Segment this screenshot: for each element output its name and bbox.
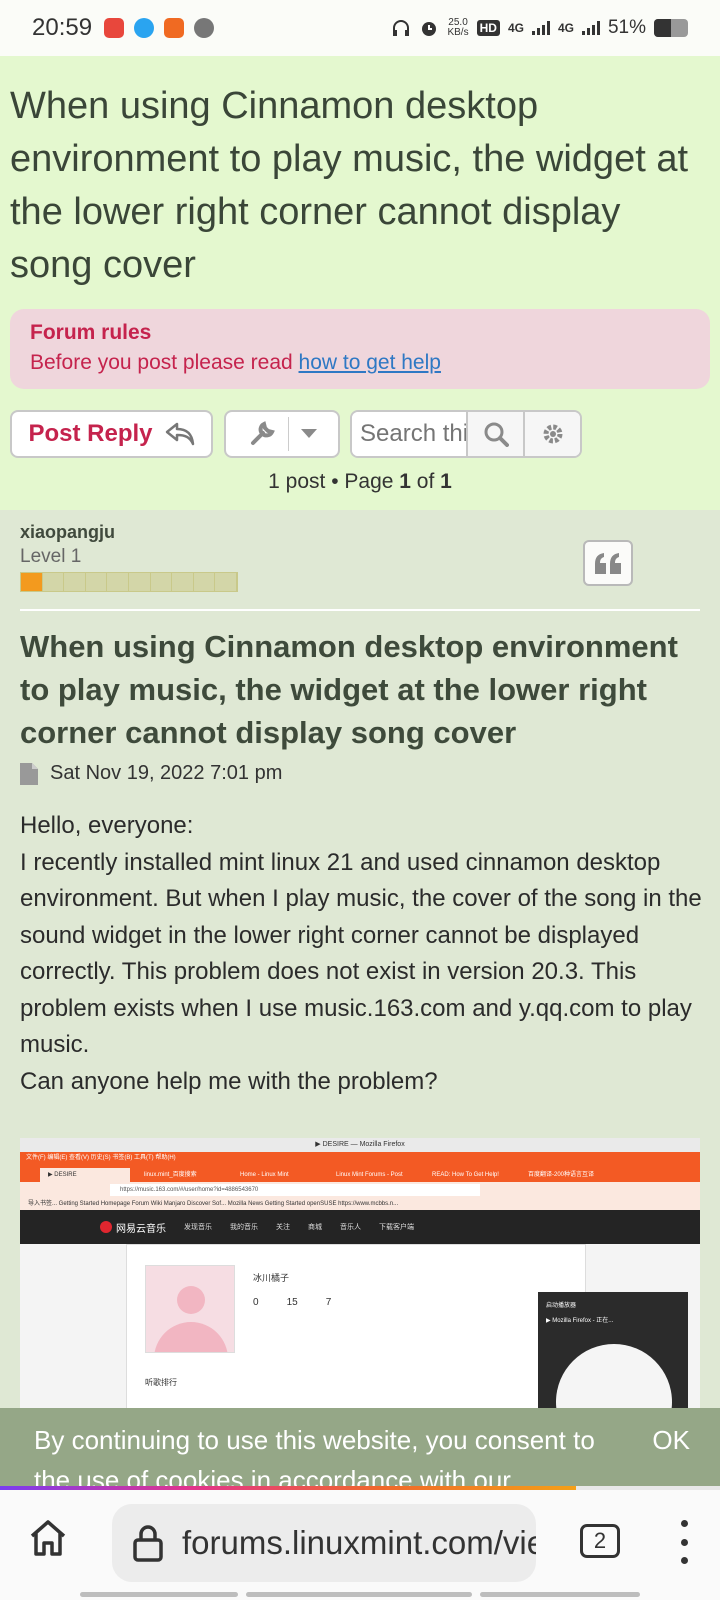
- home-icon: [30, 1520, 66, 1556]
- advanced-search-button[interactable]: [523, 412, 580, 456]
- rank-segment: [129, 573, 151, 591]
- quote-button[interactable]: [583, 540, 633, 586]
- forum-rules-title: Forum rules: [30, 321, 152, 344]
- listen-rank-label: 听歌排行: [145, 1378, 177, 1387]
- rank-segment: [194, 573, 216, 591]
- gesture-bar: [80, 1592, 238, 1597]
- headphones-icon: [393, 20, 410, 36]
- rank-segment: [21, 573, 43, 591]
- gesture-bar: [246, 1592, 472, 1597]
- netease-profile: 冰川橘子 0 15 7 听歌排行: [126, 1244, 586, 1408]
- home-button[interactable]: [24, 1514, 72, 1562]
- clock: 20:59: [32, 14, 93, 41]
- avatar: [145, 1265, 235, 1353]
- net-speed: 25.0 KB/s: [447, 17, 469, 38]
- sound-widget-popup: 启动播放器 ▶ Mozilla Firefox - 正在...: [538, 1292, 688, 1408]
- alarm-icon: [422, 22, 437, 36]
- quote-icon: [595, 553, 621, 574]
- post-author[interactable]: xiaopangju: [20, 522, 115, 543]
- battery-percent: 51%: [607, 17, 646, 38]
- signal-bars-icon: [581, 21, 600, 35]
- netease-logo: 网易云音乐: [100, 1220, 166, 1235]
- lock-icon: [132, 1524, 164, 1562]
- firefox-bookmarks: 导入书签... Getting Started Homepage Forum W…: [20, 1198, 700, 1210]
- rank-segment: [43, 573, 65, 591]
- topic-search: [350, 410, 582, 458]
- document-icon: [20, 762, 38, 785]
- rank-segment: [64, 573, 86, 591]
- firefox-tab: Linux Mint Forums - Post: [336, 1172, 403, 1178]
- post-paragraph: I recently installed mint linux 21 and u…: [20, 848, 702, 1059]
- pagination: 1 post • Page 1 of 1: [268, 470, 452, 493]
- post-reply-button[interactable]: Post Reply: [10, 410, 213, 458]
- forum-rules-text: Before you post please read how to get h…: [30, 351, 441, 374]
- search-button[interactable]: [466, 412, 523, 456]
- post-meta: Sat Nov 19, 2022 7:01 pm: [20, 762, 282, 785]
- attached-screenshot[interactable]: ▶ DESIRE — Mozilla Firefox 文件(F) 编辑(E) 查…: [20, 1138, 700, 1408]
- topic-title: When using Cinnamon desktop environment …: [10, 85, 689, 286]
- search-input[interactable]: [352, 412, 466, 456]
- signal-2: 4G: [557, 21, 574, 35]
- search-icon: [484, 422, 509, 447]
- rank-segment: [215, 573, 237, 591]
- netease-nav: 网易云音乐 发现音乐 我的音乐 关注 商城 音乐人 下载客户端: [20, 1210, 700, 1244]
- cookie-ok-button[interactable]: OK: [652, 1420, 690, 1460]
- firefox-tab: READ: How To Get Help!: [432, 1172, 499, 1178]
- rank-segment: [86, 573, 108, 591]
- more-menu-button[interactable]: [674, 1520, 694, 1564]
- author-rank: Level 1: [20, 546, 82, 567]
- firefox-tab: Home - Linux Mint: [240, 1172, 289, 1178]
- profile-name: 冰川橘子: [253, 1273, 290, 1283]
- divider: [20, 609, 700, 611]
- tabs-button[interactable]: 2: [580, 1524, 620, 1558]
- gesture-bar: [480, 1592, 640, 1597]
- post-paragraph: Can anyone help me with the problem?: [20, 1067, 438, 1095]
- url-text: forums.linuxmint.com/viewtopic.php: [182, 1524, 536, 1561]
- netease-music-icon: [104, 18, 125, 38]
- browser-toolbar: forums.linuxmint.com/viewtopic.php 2: [0, 1490, 720, 1600]
- firefox-menubar: 文件(F) 编辑(E) 查看(V) 历史(S) 书签(B) 工具(T) 帮助(H…: [20, 1152, 700, 1164]
- signal-bars-icon: [531, 21, 550, 35]
- address-bar[interactable]: forums.linuxmint.com/viewtopic.php: [112, 1504, 536, 1582]
- status-bar: 20:59 25.0 KB/s HD 4G 4G 51%: [0, 0, 720, 56]
- firefox-tab: 百度翻译-200种语言互译: [528, 1172, 595, 1178]
- post-paragraph: Hello, everyone:: [20, 812, 194, 839]
- rocket-app-icon: [164, 18, 185, 38]
- hd-badge: HD: [476, 20, 500, 36]
- firefox-tab: ▶ DESIRE: [40, 1168, 130, 1182]
- signal-1: 4G: [507, 21, 524, 35]
- rank-segment: [107, 573, 129, 591]
- how-to-get-help-link[interactable]: how to get help: [299, 351, 441, 374]
- rank-progress-bar: [20, 572, 238, 592]
- post-body: Hello, everyone: I recently installed mi…: [20, 808, 710, 1100]
- wechat-icon: [194, 18, 215, 38]
- cookie-text: By continuing to use this website, you c…: [34, 1425, 595, 1486]
- firefox-urlbar: https://music.163.com/#/user/home?id=488…: [20, 1182, 700, 1198]
- post-title[interactable]: When using Cinnamon desktop environment …: [20, 625, 710, 754]
- divider: [287, 417, 289, 451]
- profile-stats: 0 15 7: [253, 1297, 332, 1308]
- firefox-url: https://music.163.com/#/user/home?id=488…: [110, 1184, 480, 1196]
- forum-rules-box: Forum rules Before you post please read …: [10, 309, 710, 389]
- firefox-tab: linux.mint_百度搜索: [144, 1172, 197, 1178]
- qq-icon: [134, 18, 155, 38]
- rank-segment: [172, 573, 194, 591]
- reply-arrow-icon: [165, 422, 194, 446]
- firefox-window-title: ▶ DESIRE — Mozilla Firefox: [20, 1138, 700, 1152]
- gear-icon: [543, 424, 562, 444]
- firefox-tab-strip: ▶ DESIRE linux.mint_百度搜索 Home - Linux Mi…: [20, 1164, 700, 1182]
- battery-icon: [654, 19, 688, 37]
- album-cover-placeholder: [556, 1344, 672, 1408]
- chevron-down-icon: [300, 429, 317, 438]
- wrench-icon: [250, 421, 275, 445]
- post-date: Sat Nov 19, 2022 7:01 pm: [50, 762, 283, 784]
- rank-segment: [151, 573, 173, 591]
- topic-tools-button[interactable]: [224, 410, 340, 458]
- cookie-banner: By continuing to use this website, you c…: [0, 1408, 720, 1486]
